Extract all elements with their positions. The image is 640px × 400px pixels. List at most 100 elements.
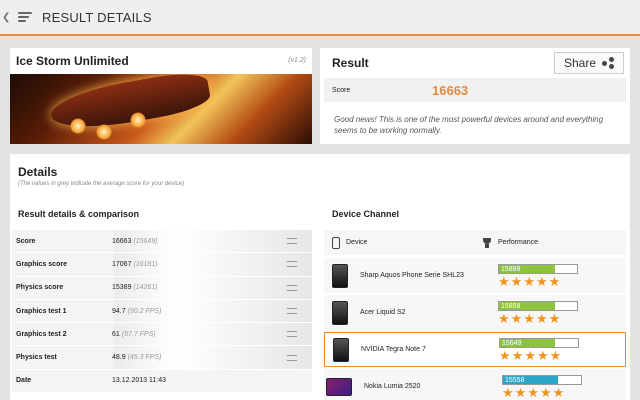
star-icon: ★: [527, 384, 539, 400]
device-name: Acer Liquid S2: [360, 308, 406, 316]
device-image: [332, 263, 348, 288]
result-message: Good news! This is one of the most power…: [334, 115, 604, 135]
menu-icon[interactable]: [287, 331, 297, 338]
score-row: Score 16663: [324, 78, 626, 102]
row-label: Physics score: [16, 284, 64, 292]
star-icon: ★: [536, 347, 549, 363]
row-average: (15649): [133, 237, 158, 245]
device-image: [333, 337, 349, 362]
row-label: Physics test: [16, 354, 57, 362]
test-card: Ice Storm Unlimited (v1.2): [10, 48, 312, 144]
test-version: (v1.2): [288, 57, 306, 64]
page-title: RESULT DETAILS: [42, 9, 152, 25]
star-icon: ★: [539, 384, 552, 400]
row-value: 13.12.2013 11:43: [112, 377, 166, 385]
table-row[interactable]: Graphics test 1 94.7 (90.2 FPS): [12, 299, 312, 324]
row-value: 48.9: [112, 354, 126, 362]
details-card: Details (The values in grey indicate the…: [10, 154, 630, 400]
device-name: Nokia Lumia 2520: [364, 382, 421, 390]
star-icon: ★: [549, 347, 562, 363]
device-score: 15649: [502, 339, 522, 347]
3dmark-logo-icon[interactable]: [18, 10, 34, 24]
row-average: (90.2 FPS): [127, 307, 162, 315]
row-value: 16663: [112, 237, 132, 245]
phone-icon: [332, 236, 340, 249]
star-icon: ★: [498, 273, 510, 289]
test-banner-image: [10, 74, 312, 144]
star-rating: ★ ★ ★ ★ ★: [502, 384, 584, 400]
details-title: Details: [18, 165, 58, 179]
star-icon: ★: [523, 310, 535, 326]
star-icon: ★: [548, 310, 561, 326]
list-item[interactable]: Sharp Aquos Phone Serie SHL23 15889 ★ ★ ★ ★…: [324, 258, 626, 293]
row-value: 94.7: [112, 307, 126, 315]
row-value: 15389: [112, 284, 132, 292]
star-rating: ★ ★ ★ ★ ★: [498, 273, 580, 289]
device-score: 15889: [501, 265, 521, 273]
menu-icon[interactable]: [287, 308, 297, 315]
table-row[interactable]: Graphics score 17067 (16181): [12, 253, 312, 277]
row-value: 17067: [112, 260, 132, 268]
list-item-current-device[interactable]: NVIDIA Tegra Note 7 15649 ★ ★ ★ ★ ★: [324, 332, 626, 367]
menu-icon[interactable]: [287, 354, 297, 361]
row-label: Graphics test 2: [16, 330, 67, 338]
star-rating: ★ ★ ★ ★ ★: [498, 310, 580, 326]
comparison-title: Result details & comparison: [18, 209, 140, 219]
score-value: 16663: [432, 82, 469, 98]
device-score: 15558: [505, 376, 525, 384]
share-icon: [602, 57, 615, 69]
performance-bar: 15889: [498, 263, 578, 274]
list-item[interactable]: Acer Liquid S2 15858 ★ ★ ★ ★ ★: [324, 295, 626, 330]
row-average: (16181): [133, 260, 158, 268]
device-channel-title: Device Channel: [332, 209, 400, 219]
performance-bar: 15858: [498, 300, 578, 311]
list-item[interactable]: Nokia Lumia 2520 15558 ★ ★ ★ ★ ★: [324, 369, 626, 400]
star-icon: ★: [510, 273, 523, 289]
row-average: (14261): [133, 284, 158, 292]
row-average: (45.3 FPS): [127, 354, 162, 362]
app-header: ❮ RESULT DETAILS: [0, 0, 640, 36]
device-score: 15858: [501, 302, 521, 310]
star-icon: ★: [523, 273, 535, 289]
star-icon: ★: [510, 310, 523, 326]
star-icon: ★: [535, 310, 548, 326]
star-icon: ★: [502, 384, 514, 400]
menu-icon[interactable]: [287, 284, 297, 291]
details-subtitle: (The values in grey indicate the average…: [18, 181, 185, 187]
performance-bar: 15649: [499, 337, 579, 348]
device-name: NVIDIA Tegra Note 7: [361, 345, 426, 353]
star-icon: ★: [552, 384, 565, 400]
menu-icon[interactable]: [287, 261, 297, 268]
device-image: [326, 377, 352, 396]
share-button[interactable]: Share: [554, 52, 624, 74]
row-value: 61: [112, 330, 120, 338]
star-icon: ★: [535, 273, 548, 289]
row-label: Date: [16, 377, 32, 385]
device-list: Sharp Aquos Phone Serie SHL23 15889 ★ ★ ★ ★…: [324, 258, 626, 400]
star-icon: ★: [548, 273, 561, 289]
table-row[interactable]: Physics score 15389 (14261): [12, 276, 312, 300]
star-rating: ★ ★ ★ ★ ★: [499, 347, 581, 363]
star-icon: ★: [524, 347, 536, 363]
table-row[interactable]: Graphics test 2 61 (57.7 FPS): [12, 323, 312, 347]
share-label: Share: [563, 56, 597, 70]
table-row[interactable]: Physics test 48.9 (45.3 FPS): [12, 346, 312, 370]
test-name: Ice Storm Unlimited: [16, 53, 129, 68]
result-title: Result: [332, 56, 369, 70]
table-row: Date 13.12.2013 11:43: [12, 369, 312, 394]
device-name: Sharp Aquos Phone Serie SHL23: [360, 271, 464, 279]
menu-icon[interactable]: [287, 238, 297, 245]
row-label: Score: [16, 237, 36, 245]
chevron-left-icon[interactable]: ❮: [2, 12, 16, 23]
trophy-icon: [482, 237, 492, 248]
device-channel-header: Device Performance: [324, 230, 626, 255]
device-image: [332, 300, 348, 325]
col-device: Device: [346, 239, 368, 246]
table-row[interactable]: Score 16663 (15649): [12, 230, 312, 254]
star-icon: ★: [498, 310, 510, 326]
row-label: Graphics score: [16, 260, 67, 268]
performance-bar: 15558: [502, 374, 582, 385]
score-label: Score: [332, 86, 351, 94]
result-card: Result Share Score 16663 Good news! This…: [320, 48, 630, 144]
row-average: (57.7 FPS): [121, 330, 156, 338]
